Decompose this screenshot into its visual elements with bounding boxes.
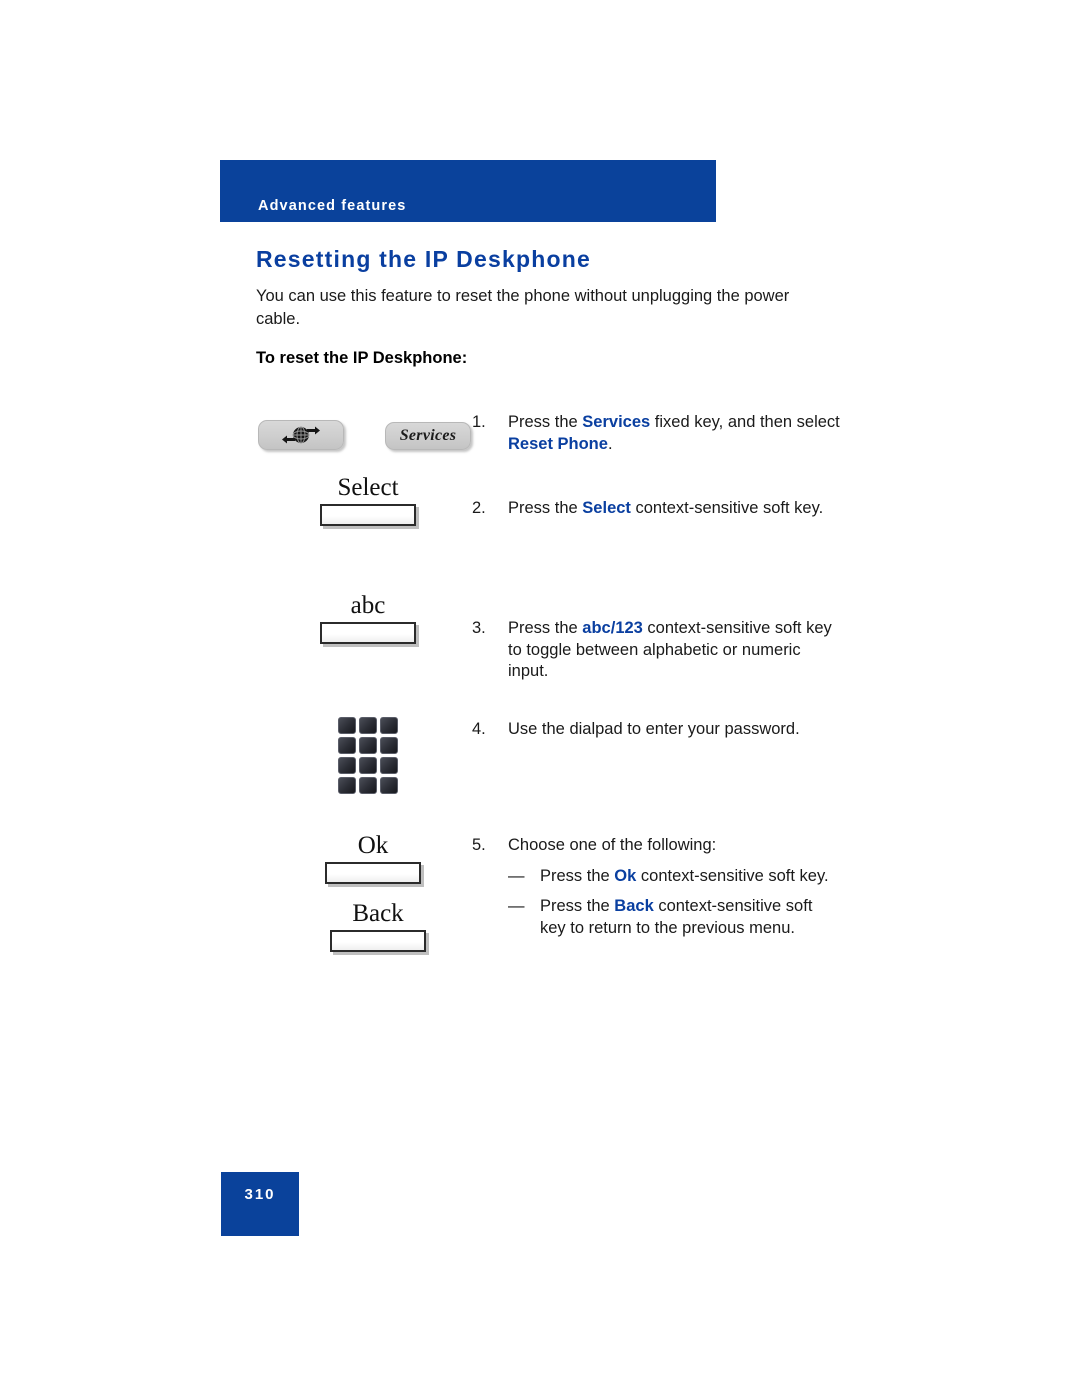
services-fixed-key: Services bbox=[385, 422, 471, 450]
dialpad-key bbox=[338, 717, 356, 734]
dialpad-key bbox=[338, 757, 356, 774]
step-text-run: Press the bbox=[508, 619, 583, 637]
step-number: 2. bbox=[472, 499, 486, 517]
step-number: 4. bbox=[472, 720, 486, 738]
section-banner: Advanced features bbox=[220, 160, 716, 222]
page-number: 310 bbox=[244, 1186, 276, 1203]
softkey-ok-label: Ok bbox=[357, 832, 389, 859]
step-3: 3. Press the abc/123 context-sensitive so… bbox=[472, 618, 842, 683]
step-sub-item: — Press the Back context-sensitive soft k… bbox=[508, 896, 832, 939]
step-text-run: Press the bbox=[508, 499, 583, 517]
emphasis-term: Services bbox=[582, 413, 651, 431]
step-text-run: Press the bbox=[508, 413, 583, 431]
emphasis-term: Select bbox=[582, 499, 631, 517]
step-body: Use the dialpad to enter your password. bbox=[508, 719, 852, 741]
step-5: 5. Choose one of the following: — Press the… bbox=[472, 835, 832, 939]
dialpad-key bbox=[338, 777, 356, 794]
dialpad-key bbox=[359, 737, 377, 754]
step-body: Press the abc/123 context-sensitive soft… bbox=[508, 618, 842, 683]
services-globe-arrows-icon bbox=[282, 426, 320, 444]
step-text-run: fixed key, and then select bbox=[650, 413, 840, 431]
softkey-back: Back bbox=[320, 900, 436, 952]
step-text-run: Use the dialpad to enter your password. bbox=[508, 720, 800, 738]
softkey-abc: abc bbox=[310, 592, 426, 644]
sub-item-dash: — bbox=[508, 897, 525, 915]
step-text-run: . bbox=[607, 434, 613, 453]
step-text-run: context-sensitive soft key. bbox=[636, 866, 829, 885]
softkey-abc-button bbox=[320, 622, 416, 644]
intro-paragraph: You can use this feature to reset the ph… bbox=[256, 287, 790, 328]
step-sub-item: — Press the Ok context-sensitive soft key… bbox=[508, 866, 832, 888]
step-text-run: Press the bbox=[540, 897, 615, 915]
softkey-select: Select bbox=[310, 474, 426, 526]
step-number: 3. bbox=[472, 619, 486, 637]
services-fixed-key-label: Services bbox=[399, 427, 457, 444]
emphasis-term: Reset Phone bbox=[508, 434, 608, 453]
dialpad-key bbox=[380, 737, 398, 754]
softkey-select-button bbox=[320, 504, 416, 526]
emphasis-term: Ok bbox=[614, 866, 637, 885]
dialpad-key bbox=[359, 717, 377, 734]
step-number: 5. bbox=[472, 836, 486, 854]
softkey-abc-label: abc bbox=[350, 592, 386, 619]
dialpad-key bbox=[380, 757, 398, 774]
dialpad-key bbox=[380, 777, 398, 794]
section-banner-label: Advanced features bbox=[258, 198, 407, 214]
step-body: Choose one of the following: — Press the O… bbox=[508, 835, 832, 939]
dialpad-key bbox=[338, 737, 356, 754]
step-text-run: Choose one of the following: bbox=[508, 836, 717, 854]
step-2: 2. Press the Select context-sensitive sof… bbox=[472, 498, 832, 520]
dialpad-key bbox=[359, 757, 377, 774]
softkey-ok-button bbox=[325, 862, 421, 884]
step-body: Press the Select context-sensitive soft … bbox=[508, 498, 832, 520]
softkey-select-label: Select bbox=[337, 474, 399, 501]
softkey-back-label: Back bbox=[352, 900, 404, 927]
softkey-back-button bbox=[330, 930, 426, 952]
dialpad-icon bbox=[338, 717, 398, 794]
sub-item-dash: — bbox=[508, 866, 525, 885]
emphasis-term: abc/123 bbox=[582, 619, 643, 637]
step-body: Press the Services fixed key, and then s… bbox=[508, 412, 842, 455]
dialpad-key bbox=[359, 777, 377, 794]
dialpad-key bbox=[380, 717, 398, 734]
procedure-subheading: To reset the IP Deskphone: bbox=[256, 349, 468, 367]
softkey-ok: Ok bbox=[315, 832, 431, 884]
step-text-run: context-sensitive soft key. bbox=[630, 499, 824, 517]
step-4: 4. Use the dialpad to enter your password… bbox=[472, 719, 852, 741]
step-text-run: Press the bbox=[540, 866, 615, 885]
page-footer: 310 bbox=[221, 1172, 299, 1236]
page-title: Resetting the IP Deskphone bbox=[256, 246, 591, 272]
step-1: 1. Press the Services fixed key, and then… bbox=[472, 412, 842, 455]
services-globe-key bbox=[258, 420, 344, 450]
step-number: 1. bbox=[472, 413, 486, 431]
emphasis-term: Back bbox=[614, 897, 654, 915]
